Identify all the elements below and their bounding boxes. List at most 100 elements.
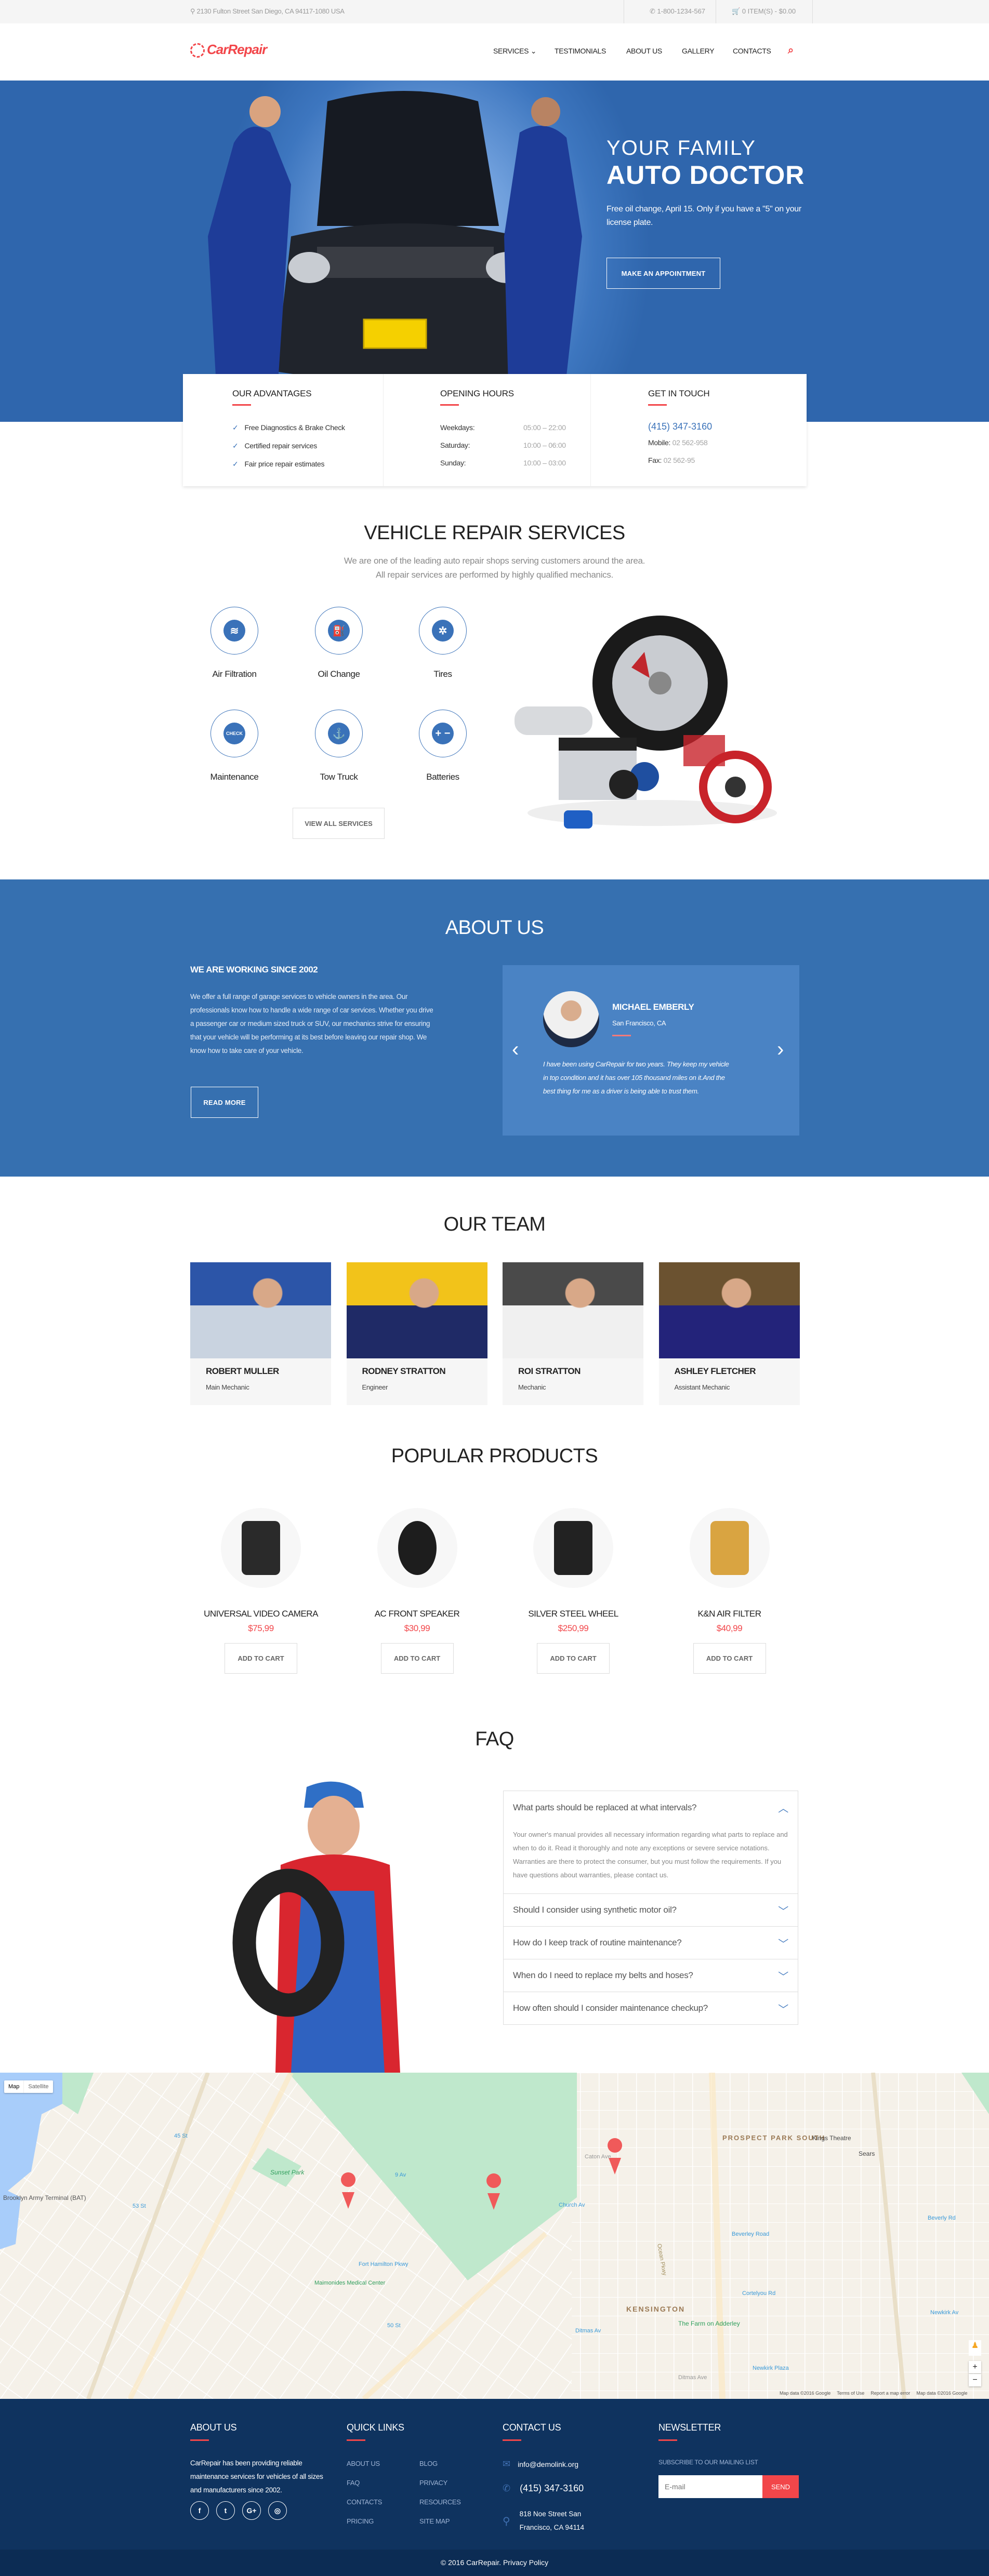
footer-link[interactable]: PRICING: [347, 2517, 419, 2525]
service-item[interactable]: ⚓ Tow Truck: [297, 710, 380, 782]
footer-link[interactable]: RESOURCES: [419, 2498, 492, 2506]
product-name[interactable]: AC FRONT SPEAKER: [339, 1609, 495, 1619]
newsletter-email-input[interactable]: [658, 2475, 762, 2498]
zoom-out-button[interactable]: −: [969, 2374, 981, 2386]
report-link[interactable]: Report a map error: [871, 2391, 910, 2396]
links-column: ABOUT US FAQ CONTACTS PRICING: [347, 2460, 419, 2537]
nav-testimonials[interactable]: TESTIMONIALS: [555, 47, 606, 55]
add-to-cart-button[interactable]: ADD TO CART: [537, 1643, 610, 1674]
product-shape: [554, 1521, 592, 1575]
footer-email[interactable]: ✉ info@demolink.org: [503, 2459, 592, 2470]
zoom-in-button[interactable]: +: [969, 2361, 981, 2373]
carousel-next-icon[interactable]: ›: [777, 1038, 784, 1061]
carousel-prev-icon[interactable]: ‹: [512, 1038, 519, 1061]
map-type-satellite-button[interactable]: Satellite: [24, 2080, 52, 2093]
team-member-card[interactable]: ROBERT MULLER Main Mechanic: [190, 1262, 331, 1405]
add-to-cart-button[interactable]: ADD TO CART: [225, 1643, 297, 1674]
chevron-down-icon[interactable]: ﹀: [778, 1968, 788, 1983]
add-to-cart-button[interactable]: ADD TO CART: [380, 1643, 454, 1674]
service-label[interactable]: Batteries: [401, 772, 484, 782]
chevron-down-icon[interactable]: ﹀: [778, 1903, 788, 1918]
footer-link[interactable]: CONTACTS: [347, 2498, 419, 2506]
service-icon-circle[interactable]: ⛽: [315, 607, 363, 655]
map-type-map-button[interactable]: Map: [4, 2080, 24, 2093]
footer-link[interactable]: SITE MAP: [419, 2517, 492, 2525]
facebook-icon[interactable]: f: [190, 2501, 209, 2520]
hours-block: OPENING HOURS Weekdays: 05:00 – 22:00 Sat…: [440, 389, 575, 467]
service-label[interactable]: Air Filtration: [193, 669, 276, 679]
product-image[interactable]: [377, 1508, 457, 1588]
testimonial-name: MICHAEL EMBERLY: [612, 1002, 694, 1012]
service-icon-circle[interactable]: CHECK: [210, 710, 258, 757]
nav-services[interactable]: SERVICES ⌄: [493, 47, 536, 56]
terms-link[interactable]: Terms of Use: [837, 2391, 864, 2396]
testimonial-location: San Francisco, CA: [612, 1019, 666, 1027]
about-heading: WE ARE WORKING SINCE 2002: [190, 965, 318, 975]
service-item[interactable]: ✲ Tires: [401, 607, 484, 679]
chevron-down-icon[interactable]: ﹀: [778, 2001, 788, 2016]
footer-link[interactable]: FAQ: [347, 2479, 419, 2487]
google-plus-icon[interactable]: G+: [242, 2501, 261, 2520]
service-item[interactable]: CHECK Maintenance: [193, 710, 276, 782]
footer-link[interactable]: ABOUT US: [347, 2460, 419, 2467]
faq-question[interactable]: Should I consider using synthetic motor …: [504, 1893, 798, 1926]
service-icon-circle[interactable]: ✲: [419, 607, 467, 655]
hero-title-line1: YOUR FAMILY: [606, 137, 756, 159]
service-label[interactable]: Tow Truck: [297, 772, 380, 782]
service-icon-circle[interactable]: ≋: [210, 607, 258, 655]
cart-link[interactable]: 🛒 0 ITEM(S) - $0.00: [732, 7, 796, 16]
service-item[interactable]: ≋ Air Filtration: [193, 607, 276, 679]
add-to-cart-button[interactable]: ADD TO CART: [693, 1643, 766, 1674]
product-name[interactable]: UNIVERSAL VIDEO CAMERA: [183, 1609, 339, 1619]
nav-gallery[interactable]: GALLERY: [682, 47, 715, 55]
map-canvas[interactable]: Brooklyn Army Terminal (BAT) Sunset Park…: [0, 2073, 989, 2399]
newsletter-send-button[interactable]: SEND: [762, 2475, 799, 2498]
divider: [812, 0, 813, 23]
product-shape: [398, 1521, 437, 1575]
team-member-card[interactable]: RODNEY STRATTON Engineer: [346, 1262, 487, 1405]
product-image[interactable]: [221, 1508, 301, 1588]
team-member-card[interactable]: ASHLEY FLETCHER Assistant Mechanic: [658, 1262, 800, 1405]
instagram-icon[interactable]: ◎: [268, 2501, 287, 2520]
street-view-pegman-icon[interactable]: ♟: [969, 2340, 981, 2356]
chevron-down-icon[interactable]: ﹀: [778, 1936, 788, 1951]
service-item[interactable]: ⛽ Oil Change: [297, 607, 380, 679]
faq-question[interactable]: When do I need to replace my belts and h…: [504, 1959, 798, 1992]
map[interactable]: Brooklyn Army Terminal (BAT) Sunset Park…: [0, 2073, 989, 2399]
service-item[interactable]: + − Batteries: [401, 710, 484, 782]
make-appointment-button[interactable]: MAKE AN APPOINTMENT: [606, 258, 720, 289]
read-more-button[interactable]: READ MORE: [191, 1087, 258, 1118]
title-underline: [232, 404, 251, 406]
search-icon[interactable]: ⌕: [788, 45, 794, 57]
fax-row: Fax: 02 562-95: [648, 456, 695, 464]
service-label[interactable]: Tires: [401, 669, 484, 679]
nav-contacts[interactable]: CONTACTS: [733, 47, 771, 55]
footer-phone[interactable]: ✆ (415) 347-3160: [503, 2483, 592, 2494]
service-icon-circle[interactable]: ⚓: [315, 710, 363, 757]
top-phone[interactable]: ✆ 1-800-1234-567: [650, 7, 705, 16]
team-member-card[interactable]: ROI STRATTON Mechanic: [503, 1262, 643, 1405]
team-member-photo: [503, 1262, 643, 1358]
copyright[interactable]: © 2016 CarRepair. Privacy Policy: [0, 2550, 989, 2576]
faq-question[interactable]: How often should I consider maintenance …: [504, 1992, 798, 2024]
product-image[interactable]: [689, 1508, 770, 1588]
product-name[interactable]: K&N AIR FILTER: [652, 1609, 808, 1619]
service-label[interactable]: Maintenance: [193, 772, 276, 782]
divider: [590, 374, 591, 486]
product-name[interactable]: SILVER STEEL WHEEL: [495, 1609, 651, 1619]
contact-phone[interactable]: (415) 347-3160: [648, 421, 712, 432]
faq-question[interactable]: What parts should be replaced at what in…: [504, 1791, 798, 1824]
faq-question[interactable]: How do I keep track of routine maintenan…: [504, 1926, 798, 1959]
nav-about-us[interactable]: ABOUT US: [626, 47, 662, 55]
view-all-services-button[interactable]: VIEW ALL SERVICES: [293, 808, 385, 839]
footer-link[interactable]: BLOG: [419, 2460, 492, 2467]
team-member-role: Engineer: [362, 1383, 388, 1391]
title-underline: [658, 2439, 677, 2441]
footer-link[interactable]: PRIVACY: [419, 2479, 492, 2487]
twitter-icon[interactable]: t: [216, 2501, 235, 2520]
service-icon-circle[interactable]: + −: [419, 710, 467, 757]
service-label[interactable]: Oil Change: [297, 669, 380, 679]
logo[interactable]: CarRepair: [190, 42, 267, 58]
chevron-up-icon[interactable]: ︿: [778, 1800, 788, 1815]
product-image[interactable]: [533, 1508, 613, 1588]
